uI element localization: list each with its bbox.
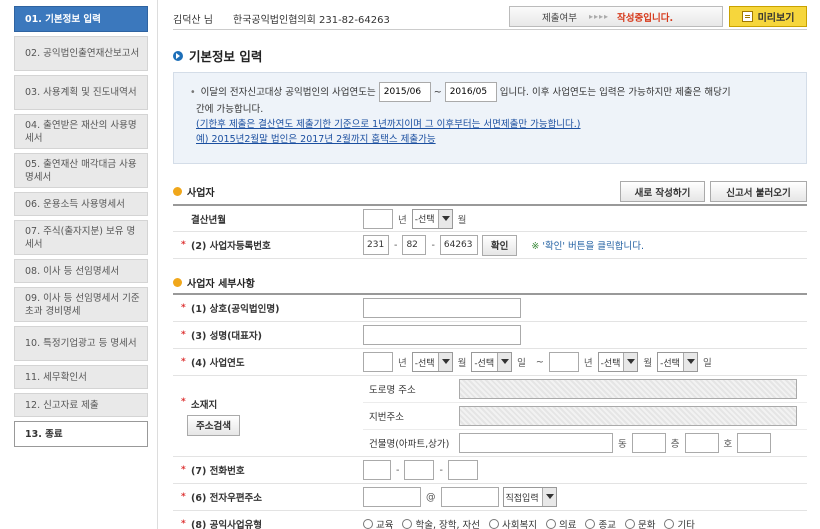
sidebar-item-director-appointment[interactable]: 08. 이사 등 선임명세서: [14, 259, 148, 283]
section-business-details: 사업자 세부사항: [173, 275, 255, 290]
chevron-down-icon: [541, 488, 556, 506]
address-row: * 소재지 주소검색 도로명 주소 지번주소 건물명(아파트,상가) 동 층 호: [173, 376, 807, 457]
biz-year-row: * (4) 사업연도 년 -선택 월 -선택 일 ~ 년 -선택 월 -선택 일: [173, 349, 807, 376]
chevron-down-icon: [437, 209, 452, 228]
sidebar-item-basic-info[interactable]: 01. 기본정보 입력: [14, 6, 148, 32]
road-address-field: [459, 379, 797, 399]
building-name-field[interactable]: [459, 433, 613, 453]
user-name: 김덕산 님: [173, 15, 213, 26]
ho-field[interactable]: [737, 433, 772, 453]
arrows-icon: ▸▸▸▸: [588, 12, 610, 21]
arrow-circle-icon: [173, 50, 183, 61]
example-link[interactable]: 예) 2015년2월말 법인은 2017년 2월까지 홈택스 제출가능: [190, 132, 794, 147]
end-year-field[interactable]: [548, 352, 579, 372]
radio-other[interactable]: 기타: [664, 517, 695, 529]
sidebar-item-plan-progress[interactable]: 03. 사용계획 및 진도내역서: [14, 75, 148, 110]
bullet-icon: [173, 278, 182, 287]
rep-row: * (3) 성명(대표자): [173, 322, 807, 349]
page-title: 기본정보 입력: [173, 46, 262, 65]
radio-welfare[interactable]: 사회복지: [489, 517, 537, 529]
sidebar: 01. 기본정보 입력 02. 공익법인출연재산보고서 03. 사용계획 및 진…: [14, 6, 148, 451]
email-id-field[interactable]: [363, 487, 421, 507]
bizno-part1-field[interactable]: 231: [363, 235, 389, 255]
type-row: * (8) 공익사업유형 교육 학술, 장학, 자선 사회복지 의료 종교 문화 …: [173, 511, 807, 529]
floor-field[interactable]: [684, 433, 719, 453]
start-day-select[interactable]: -선택: [471, 352, 513, 372]
status-label: 제출여부: [542, 12, 577, 24]
bullet-icon: [173, 187, 182, 196]
sidebar-item-tax-confirmation[interactable]: 11. 세무확인서: [14, 365, 148, 389]
sidebar-item-director-excess[interactable]: 09. 이사 등 선임명세서 기준초과 경비명세: [14, 287, 148, 322]
end-month-select[interactable]: -선택: [597, 352, 639, 372]
submission-status: 제출여부 ▸▸▸▸ 작성중입니다.: [509, 6, 723, 27]
notice-box: • 이달의 전자신고대상 공익법인의 사업연도는 ~ 입니다. 이후 사업연도는…: [173, 72, 807, 164]
period-from-field[interactable]: [378, 82, 431, 102]
sidebar-item-operating-income[interactable]: 06. 운용소득 사용명세서: [14, 192, 148, 216]
confirm-hint: ※ '확인' 버튼을 클릭합니다.: [531, 241, 645, 252]
jibun-address-field: [459, 406, 797, 426]
tel-part1-field[interactable]: [363, 460, 391, 480]
email-row: * (6) 전자우편주소 @ 직접입력: [173, 484, 807, 511]
status-value: 작성중입니다.: [617, 12, 674, 24]
sidebar-item-submit[interactable]: 12. 신고자료 제출: [14, 393, 148, 417]
bizno-part2-field[interactable]: 82: [402, 235, 427, 255]
sidebar-item-property-usage[interactable]: 04. 출연받은 재산의 사용명세서: [14, 114, 148, 149]
email-domain-field[interactable]: [440, 487, 499, 507]
business-form: 결산년월 년 -선택 월 * (2) 사업자등록번호 231 - 82 - 642…: [173, 204, 807, 259]
org-info: 한국공익법인협의회 231-82-64263: [233, 15, 390, 26]
section-business: 사업자: [173, 184, 215, 199]
sidebar-item-stock-holdings[interactable]: 07. 주식(출자지분) 보유 명세서: [14, 220, 148, 255]
header: 김덕산 님 한국공익법인협의회 231-82-64263 제출여부 ▸▸▸▸ 작…: [173, 6, 807, 28]
bizno-part3-field[interactable]: 64263: [439, 235, 478, 255]
tel-row: * (7) 전화번호 - -: [173, 457, 807, 484]
header-rule: [173, 29, 807, 30]
rep-name-field[interactable]: [363, 325, 521, 345]
bullet-icon: •: [190, 86, 196, 98]
radio-religion[interactable]: 종교: [585, 517, 616, 529]
fiscal-row: 결산년월 년 -선택 월: [173, 206, 807, 232]
radio-scholarship[interactable]: 학술, 장학, 자선: [402, 517, 480, 529]
end-day-select[interactable]: -선택: [657, 352, 698, 372]
address-search-button[interactable]: 주소검색: [187, 414, 240, 436]
radio-medical[interactable]: 의료: [545, 517, 576, 529]
sidebar-item-sale-proceeds[interactable]: 05. 출연재산 매각대금 사용명세서: [14, 153, 148, 188]
tel-part3-field[interactable]: [447, 460, 478, 480]
chevron-down-icon: [497, 353, 512, 371]
period-to-field[interactable]: [444, 82, 497, 102]
start-year-field[interactable]: [363, 352, 393, 372]
sidebar-item-ad-statement[interactable]: 10. 특정기업광고 등 명세서: [14, 326, 148, 361]
sidebar-item-contribution-report[interactable]: 02. 공익법인출연재산보고서: [14, 36, 148, 71]
name-row: * (1) 상호(공익법인명): [173, 295, 807, 322]
tel-part2-field[interactable]: [404, 460, 435, 480]
chevron-down-icon: [437, 353, 452, 371]
dong-field[interactable]: [631, 433, 666, 453]
preview-button[interactable]: 미리보기: [729, 6, 807, 27]
details-form: * (1) 상호(공익법인명) * (3) 성명(대표자) * (4) 사업연도 년 …: [173, 293, 807, 529]
confirm-button[interactable]: 확인: [481, 234, 518, 256]
corp-name-field[interactable]: [363, 298, 521, 318]
radio-education[interactable]: 교육: [363, 517, 393, 529]
start-month-select[interactable]: -선택: [411, 352, 453, 372]
chevron-down-icon: [623, 353, 638, 371]
late-submission-link[interactable]: (기한후 제출은 결산연도 제출기한 기준으로 1년까지이며 그 이후부터는 서…: [190, 117, 794, 132]
new-form-button[interactable]: 새로 작성하기: [620, 181, 705, 202]
load-return-button[interactable]: 신고서 불러오기: [710, 181, 807, 202]
email-domain-select[interactable]: 직접입력: [502, 487, 557, 507]
fiscal-month-select[interactable]: -선택: [411, 208, 453, 229]
bizno-row: * (2) 사업자등록번호 231 - 82 - 64263 확인 ※ '확인' 버…: [173, 232, 807, 259]
radio-culture[interactable]: 문화: [624, 517, 655, 529]
document-icon: [741, 11, 753, 22]
chevron-down-icon: [682, 353, 697, 371]
sidebar-divider: [157, 0, 158, 529]
sidebar-item-end[interactable]: 13. 종료: [14, 421, 148, 447]
fiscal-year-field[interactable]: [363, 208, 393, 229]
